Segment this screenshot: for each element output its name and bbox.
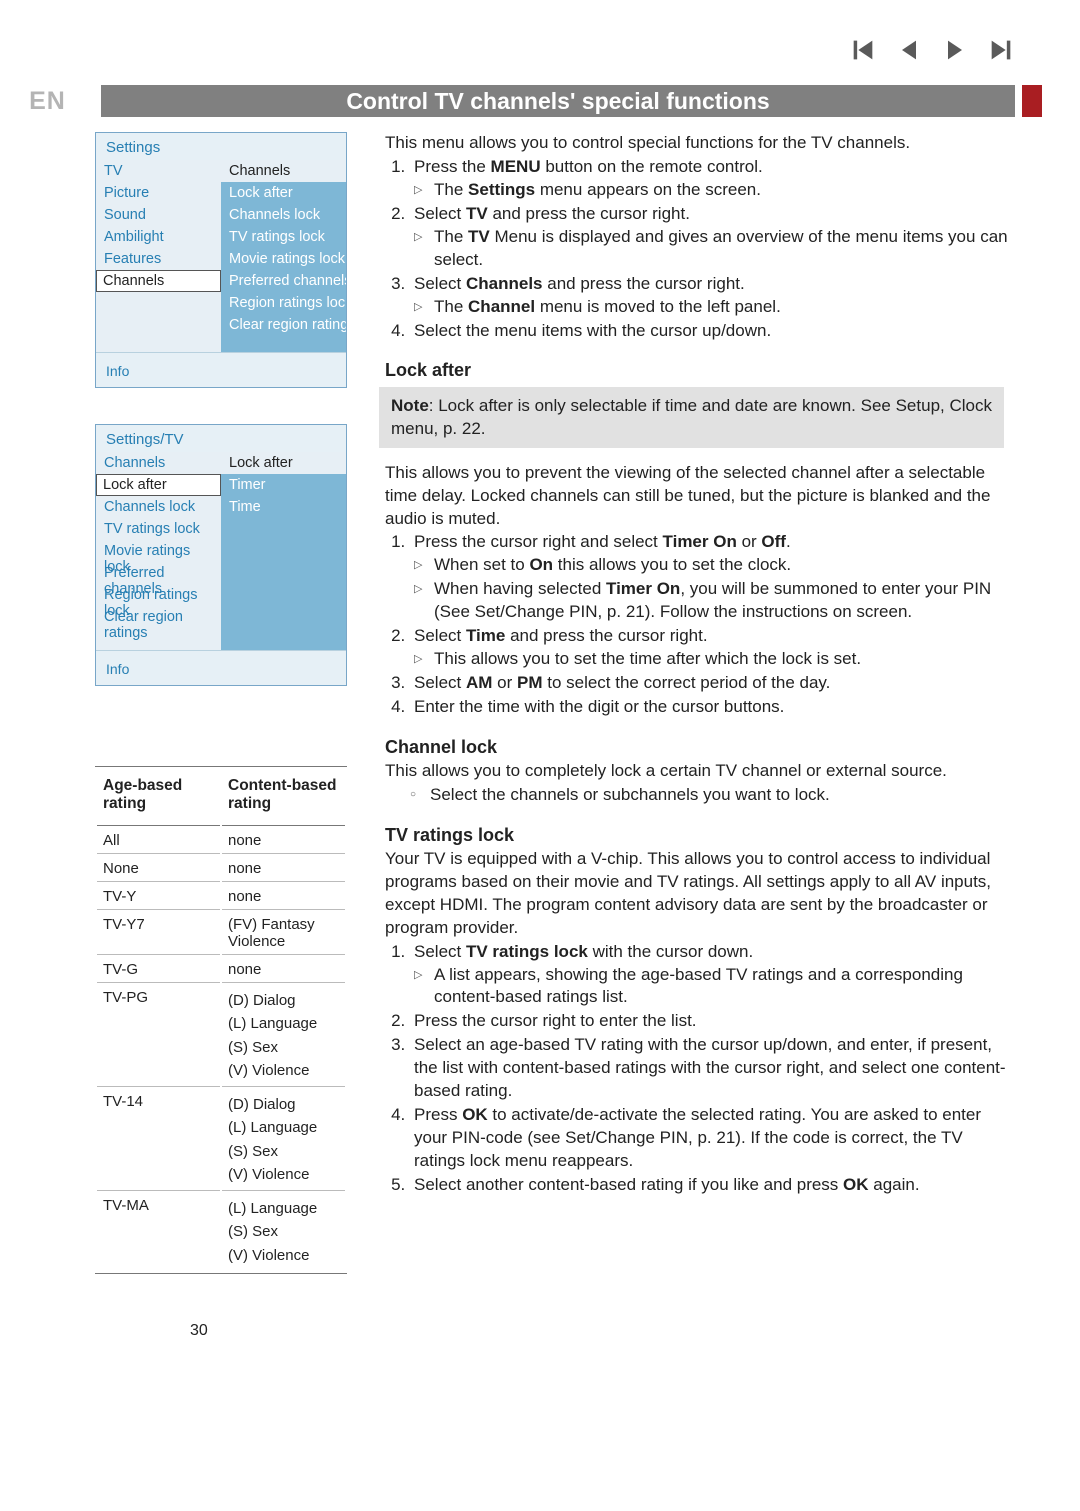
- osd-col-header: Lock after: [221, 452, 346, 474]
- heading-lock-after: Lock after: [385, 360, 1015, 381]
- ratings-col-age: Age-based rating: [97, 769, 220, 826]
- heading-tv-ratings-lock: TV ratings lock: [385, 825, 1015, 846]
- language-tag: EN: [0, 85, 95, 117]
- rating-age: TV-PG: [97, 985, 220, 1087]
- submenu-item[interactable]: TV ratings lock: [221, 226, 346, 248]
- osd-col-header: Channels: [221, 160, 346, 182]
- rating-content: none: [222, 884, 345, 910]
- rating-age: TV-G: [97, 957, 220, 983]
- menu-item[interactable]: Picture: [96, 182, 221, 204]
- note-box: Note: Lock after is only selectable if t…: [379, 387, 1004, 447]
- page-header: EN Control TV channels' special function…: [0, 85, 1080, 117]
- submenu-item[interactable]: Timer: [221, 474, 346, 496]
- osd-settings: Settings TV Picture Sound Ambilight Feat…: [95, 132, 347, 388]
- menu-item[interactable]: TV ratings lock: [96, 518, 221, 540]
- submenu-item[interactable]: Lock after: [221, 182, 346, 204]
- rating-content: (D) Dialog(L) Language(S) Sex(V) Violenc…: [222, 985, 345, 1087]
- menu-item[interactable]: Clear region ratings: [96, 606, 221, 628]
- ratings-col-content: Content-based rating: [222, 769, 345, 826]
- submenu-item[interactable]: Channels lock: [221, 204, 346, 226]
- back-icon[interactable]: [895, 36, 923, 69]
- forward-icon[interactable]: [941, 36, 969, 69]
- rating-age: All: [97, 828, 220, 854]
- submenu-item[interactable]: Region ratings lock: [221, 292, 346, 314]
- osd-settings-tv: Settings/TV Channels Lock after Channels…: [95, 424, 347, 686]
- menu-item-selected[interactable]: Channels: [96, 270, 221, 292]
- rating-content: none: [222, 856, 345, 882]
- menu-item[interactable]: Channels lock: [96, 496, 221, 518]
- submenu-item[interactable]: Movie ratings lock: [221, 248, 346, 270]
- menu-item[interactable]: Preferred channels: [96, 562, 221, 584]
- submenu-item[interactable]: Clear region ratings: [221, 314, 346, 336]
- rating-content: none: [222, 828, 345, 854]
- accent-bar: [1022, 85, 1042, 117]
- rating-age: TV-Y7: [97, 912, 220, 955]
- rating-content: (FV) Fantasy Violence: [222, 912, 345, 955]
- rating-content: (D) Dialog(L) Language(S) Sex(V) Violenc…: [222, 1089, 345, 1191]
- osd-col-header: TV: [96, 160, 221, 182]
- menu-item-selected[interactable]: Lock after: [96, 474, 221, 496]
- page-number: 30: [190, 1322, 208, 1340]
- submenu-item[interactable]: Time: [221, 496, 346, 518]
- rating-age: TV-Y: [97, 884, 220, 910]
- skip-forward-icon[interactable]: [987, 36, 1015, 69]
- submenu-item[interactable]: Preferred channels: [221, 270, 346, 292]
- menu-item[interactable]: Ambilight: [96, 226, 221, 248]
- nav-icons: [849, 36, 1015, 69]
- rating-content: (L) Language(S) Sex(V) Violence: [222, 1193, 345, 1271]
- submenu-empty: [221, 518, 346, 650]
- intro: This menu allows you to control special …: [385, 132, 1015, 155]
- menu-item[interactable]: Sound: [96, 204, 221, 226]
- menu-empty: [96, 292, 221, 352]
- submenu-empty: [221, 336, 346, 352]
- menu-item[interactable]: Movie ratings lock: [96, 540, 221, 562]
- skip-back-icon[interactable]: [849, 36, 877, 69]
- ratings-table: Age-based rating Content-based rating Al…: [95, 766, 347, 1274]
- rating-age: None: [97, 856, 220, 882]
- page-title: Control TV channels' special functions: [101, 85, 1015, 117]
- menu-item[interactable]: Features: [96, 248, 221, 270]
- rating-content: none: [222, 957, 345, 983]
- osd-col-header: Channels: [96, 452, 221, 474]
- menu-item[interactable]: Region ratings lock: [96, 584, 221, 606]
- heading-channel-lock: Channel lock: [385, 737, 1015, 758]
- body-text: This menu allows you to control special …: [385, 132, 1015, 1199]
- osd-info: Info: [96, 352, 346, 387]
- rating-age: TV-14: [97, 1089, 220, 1191]
- osd-info: Info: [96, 650, 346, 685]
- rating-age: TV-MA: [97, 1193, 220, 1271]
- osd-breadcrumb: Settings/TV: [96, 425, 346, 452]
- osd-breadcrumb: Settings: [96, 133, 346, 160]
